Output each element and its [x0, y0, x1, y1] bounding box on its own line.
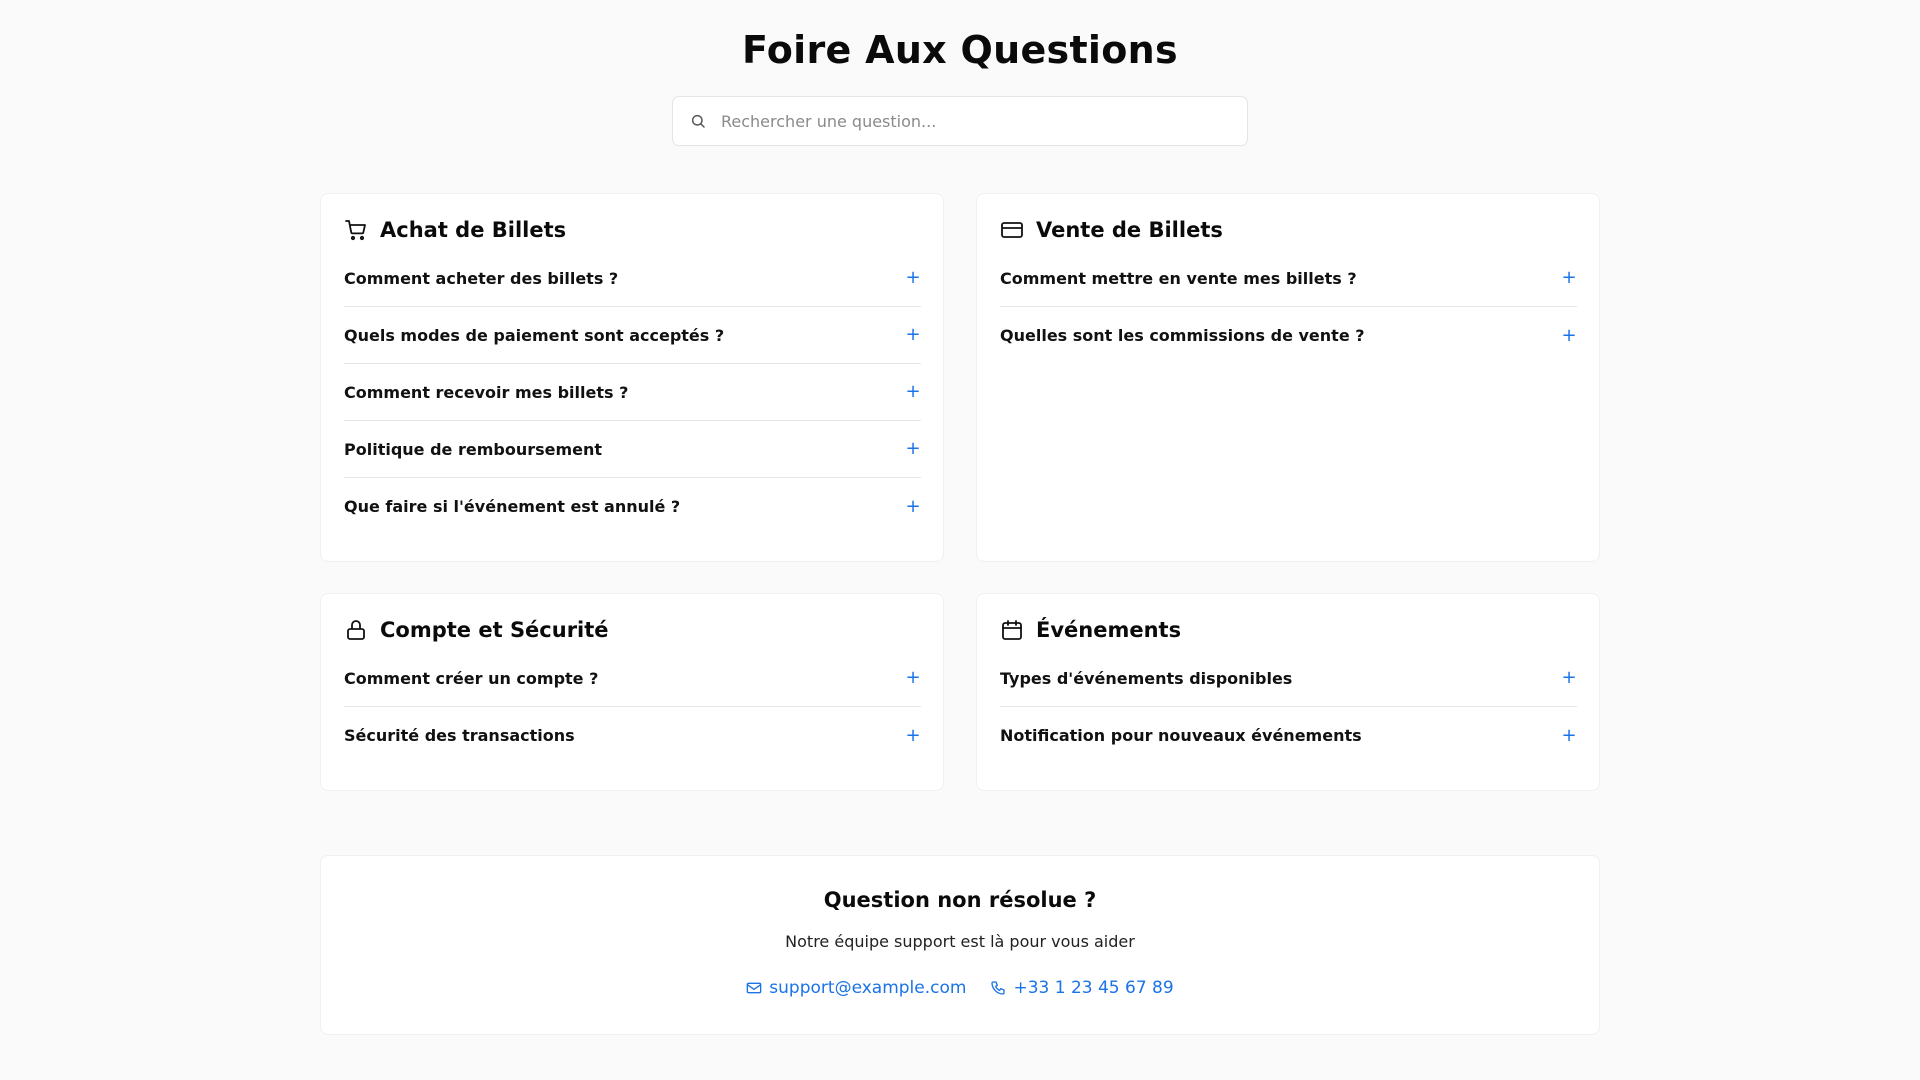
section-header: Vente de Billets [1000, 218, 1223, 242]
faq-question: Notification pour nouveaux événements [1000, 726, 1362, 745]
search-icon [690, 113, 706, 129]
support-title: Question non résolue ? [823, 888, 1097, 912]
lock-icon [344, 618, 368, 642]
faq-question: Types d'événements disponibles [1000, 668, 1293, 688]
plus-icon[interactable]: + [905, 440, 921, 458]
faq-item[interactable]: Notification pour nouveaux événements + [1000, 707, 1577, 764]
support-email-link[interactable]: support@example.com [746, 978, 966, 998]
plus-icon[interactable]: + [905, 669, 921, 687]
section-title: Achat de Billets [380, 218, 567, 242]
faq-list: Comment mettre en vente mes billets ? + Q… [1000, 250, 1577, 364]
faq-question: Comment recevoir mes billets ? [344, 382, 629, 402]
faq-item[interactable]: Comment créer un compte ? + [344, 650, 921, 707]
faq-section-compte: Compte et Sécurité Comment créer un comp… [320, 593, 944, 791]
faq-item[interactable]: Quelles sont les commissions de vente ? + [1000, 307, 1577, 364]
faq-item[interactable]: Que faire si l'événement est annulé ? + [344, 478, 921, 535]
support-phone-link[interactable]: +33 1 23 45 67 89 [990, 978, 1174, 998]
faq-item[interactable]: Comment recevoir mes billets ? + [344, 364, 921, 421]
faq-question: Comment acheter des billets ? [344, 268, 619, 288]
faq-section-achat: Achat de Billets Comment acheter des bil… [320, 193, 944, 562]
plus-icon[interactable]: + [1561, 726, 1577, 745]
plus-icon[interactable]: + [1561, 326, 1577, 345]
faq-item[interactable]: Politique de remboursement + [344, 421, 921, 478]
calendar-icon [1000, 618, 1024, 642]
credit-card-icon [1000, 218, 1024, 242]
section-header: Compte et Sécurité [344, 618, 609, 642]
faq-list: Types d'événements disponibles + Notifica… [1000, 650, 1577, 764]
faq-list: Comment acheter des billets ? + Quels mod… [344, 250, 921, 535]
section-title: Vente de Billets [1036, 218, 1223, 242]
faq-item[interactable]: Quels modes de paiement sont acceptés ? + [344, 307, 921, 364]
faq-question: Quels modes de paiement sont acceptés ? [344, 325, 725, 345]
section-title: Événements [1036, 618, 1182, 642]
faq-item[interactable]: Comment acheter des billets ? + [344, 250, 921, 307]
faq-question: Sécurité des transactions [344, 726, 575, 745]
search-input[interactable] [721, 111, 1221, 131]
section-header: Achat de Billets [344, 218, 566, 242]
plus-icon[interactable]: + [905, 497, 921, 516]
plus-icon[interactable]: + [905, 326, 921, 344]
faq-item[interactable]: Comment mettre en vente mes billets ? + [1000, 250, 1577, 307]
plus-icon[interactable]: + [1561, 669, 1577, 687]
support-phone: +33 1 23 45 67 89 [1013, 978, 1174, 998]
support-section: Question non résolue ? Notre équipe supp… [320, 855, 1600, 1035]
section-header: Événements [1000, 618, 1181, 642]
mail-icon [746, 980, 762, 996]
shopping-cart-icon [344, 218, 368, 242]
faq-section-evenements: Événements Types d'événements disponible… [976, 593, 1600, 791]
faq-question: Politique de remboursement [344, 439, 603, 459]
search-bar[interactable] [672, 96, 1248, 146]
plus-icon[interactable]: + [905, 383, 921, 401]
faq-item[interactable]: Sécurité des transactions + [344, 707, 921, 764]
faq-question: Que faire si l'événement est annulé ? [344, 497, 681, 516]
faq-list: Comment créer un compte ? + Sécurité des … [344, 650, 921, 764]
section-title: Compte et Sécurité [380, 618, 609, 642]
faq-question: Quelles sont les commissions de vente ? [1000, 326, 1365, 345]
phone-icon [990, 980, 1006, 996]
page-title: Foire Aux Questions [742, 28, 1178, 72]
faq-question: Comment mettre en vente mes billets ? [1000, 268, 1357, 288]
plus-icon[interactable]: + [905, 269, 921, 287]
support-subtitle: Notre équipe support est là pour vous ai… [785, 932, 1135, 951]
faq-item[interactable]: Types d'événements disponibles + [1000, 650, 1577, 707]
plus-icon[interactable]: + [1561, 269, 1577, 287]
faq-section-vente: Vente de Billets Comment mettre en vente… [976, 193, 1600, 562]
support-email: support@example.com [769, 978, 967, 998]
faq-question: Comment créer un compte ? [344, 668, 599, 688]
plus-icon[interactable]: + [905, 726, 921, 745]
support-contacts: support@example.com +33 1 23 45 67 89 [321, 978, 1599, 998]
